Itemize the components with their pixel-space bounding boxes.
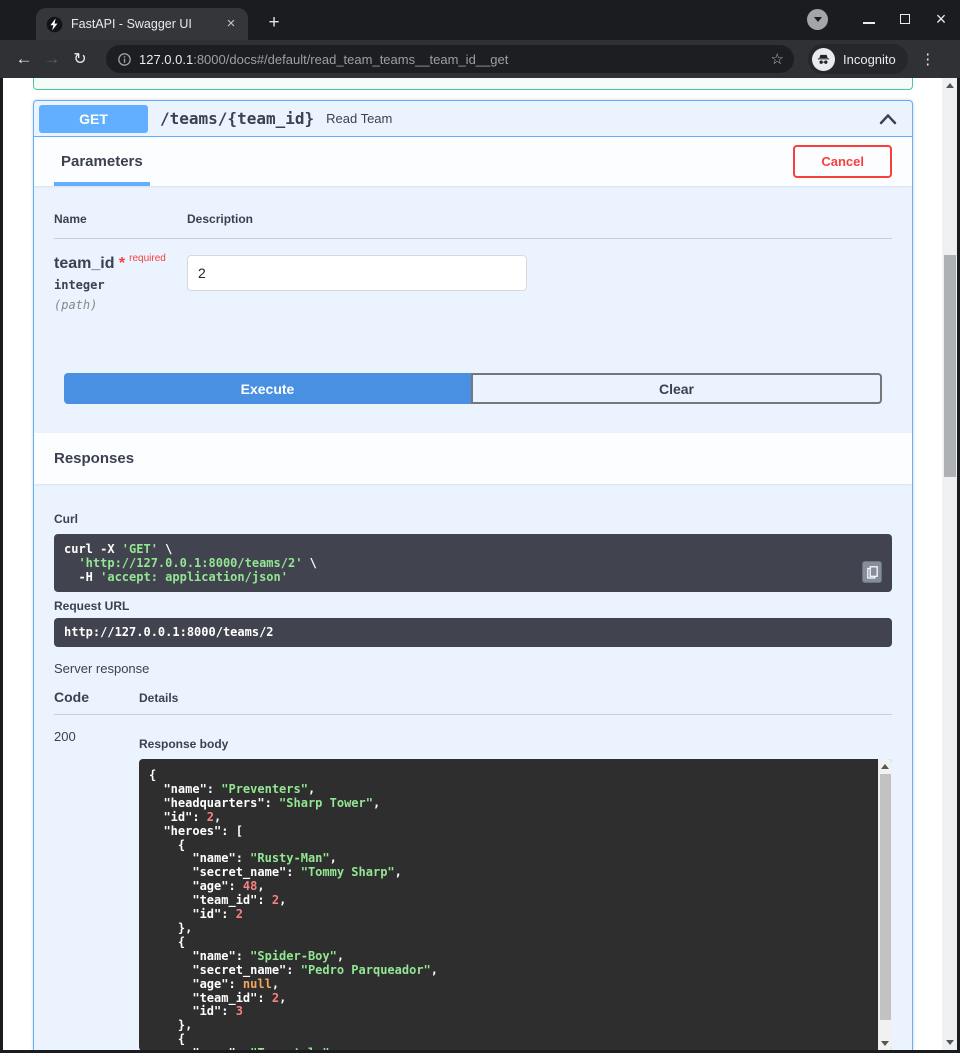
url-text[interactable]: 127.0.0.1:8000/docs#/default/read_team_t… — [139, 52, 771, 67]
bookmark-star-icon[interactable]: ☆ — [771, 50, 784, 68]
page-scroll-up-icon[interactable] — [946, 83, 954, 88]
endpoint-path: /teams/{team_id} — [160, 109, 314, 128]
response-scrollbar-thumb[interactable] — [880, 774, 891, 1020]
response-scrollbar[interactable] — [878, 759, 892, 1050]
close-button[interactable]: × — [930, 8, 952, 30]
parameters-table-head: Name Description — [54, 212, 892, 239]
curl-label: Curl — [54, 512, 892, 526]
response-row: 200 Response body { "name": "Preventers"… — [54, 715, 892, 1050]
team-id-input[interactable] — [187, 255, 527, 291]
incognito-label: Incognito — [843, 52, 896, 67]
window-controls: × — [807, 8, 952, 30]
response-details-cell: Response body { "name": "Preventers", "h… — [139, 727, 892, 1050]
back-icon[interactable]: ← — [10, 49, 38, 69]
maximize-button[interactable] — [894, 8, 916, 30]
forward-icon: → — [38, 49, 66, 69]
details-column-header: Details — [139, 691, 178, 705]
method-badge: GET — [39, 105, 148, 133]
request-url-value: http://127.0.0.1:8000/teams/2 — [54, 618, 892, 647]
execute-wrapper: Execute Clear — [64, 373, 882, 404]
status-code: 200 — [54, 727, 139, 1050]
parameters-label: Parameters — [61, 153, 143, 170]
required-label: required — [129, 253, 166, 264]
request-url-label: Request URL — [54, 599, 892, 613]
tab-bar: FastAPI - Swagger UI × + × — [0, 0, 960, 40]
address-bar[interactable]: 127.0.0.1:8000/docs#/default/read_team_t… — [106, 45, 794, 73]
page-frame: GET /teams/{team_id} Read Team Parameter… — [0, 78, 960, 1053]
minimize-button[interactable] — [858, 8, 880, 30]
browser-window: FastAPI - Swagger UI × + × ← → ↻ 127.0.0… — [0, 0, 960, 1053]
new-tab-button[interactable]: + — [262, 12, 286, 36]
param-name: team_id *required — [54, 255, 187, 273]
name-column-header: Name — [54, 212, 187, 226]
param-name-cell: team_id *required integer (path) — [54, 255, 187, 312]
collapse-chevron-icon[interactable] — [879, 113, 897, 125]
reload-icon[interactable]: ↻ — [66, 49, 94, 69]
response-body-block: { "name": "Preventers", "headquarters": … — [139, 759, 892, 1050]
response-body-label: Response body — [139, 737, 892, 751]
description-column-header: Description — [187, 212, 253, 226]
get-opblock: GET /teams/{team_id} Read Team Parameter… — [33, 100, 913, 1050]
url-host: 127.0.0.1 — [139, 52, 193, 67]
curl-command[interactable]: curl -X 'GET' \ 'http://127.0.0.1:8000/t… — [54, 534, 892, 592]
curl-code: curl -X 'GET' \ 'http://127.0.0.1:8000/t… — [64, 542, 317, 584]
scroll-down-icon[interactable] — [881, 1041, 889, 1046]
browser-tab[interactable]: FastAPI - Swagger UI × — [36, 8, 248, 40]
endpoint-summary: Read Team — [326, 111, 879, 126]
execute-button[interactable]: Execute — [64, 373, 471, 404]
page-scroll-down-icon[interactable] — [946, 1040, 954, 1045]
parameters-header: Parameters Cancel — [34, 137, 912, 186]
post-opblock-bottom — [33, 78, 913, 90]
page-scrollbar-thumb[interactable] — [944, 255, 956, 477]
code-column-header: Code — [54, 689, 139, 705]
incognito-badge: Incognito — [808, 44, 908, 74]
server-response-label: Server response — [54, 661, 892, 676]
incognito-icon — [812, 48, 835, 71]
parameters-table: Name Description team_id *required integ… — [34, 186, 912, 373]
tab-close-icon[interactable]: × — [222, 15, 240, 33]
fastapi-favicon-icon — [46, 16, 63, 33]
scroll-up-icon[interactable] — [881, 764, 889, 769]
page-scrollbar[interactable] — [942, 78, 957, 1050]
table-row: team_id *required integer (path) — [54, 239, 892, 312]
param-location: (path) — [54, 298, 187, 312]
responses-header: Responses — [34, 433, 912, 484]
response-body-json[interactable]: { "name": "Preventers", "headquarters": … — [139, 759, 892, 1050]
responses-title: Responses — [54, 450, 134, 467]
required-asterisk: * — [119, 255, 125, 272]
opblock-summary[interactable]: GET /teams/{team_id} Read Team — [34, 101, 912, 137]
param-type: integer — [54, 278, 187, 292]
response-table-head: Code Details — [54, 689, 892, 715]
tab-parameters[interactable]: Parameters — [54, 137, 150, 186]
responses-inner: Curl curl -X 'GET' \ 'http://127.0.0.1:8… — [34, 484, 912, 1050]
navigation-bar: ← → ↻ 127.0.0.1:8000/docs#/default/read_… — [0, 40, 960, 78]
swagger-page: GET /teams/{team_id} Read Team Parameter… — [3, 78, 957, 1050]
cancel-button[interactable]: Cancel — [793, 145, 892, 178]
tab-search-icon[interactable] — [807, 9, 828, 30]
url-path: :8000/docs#/default/read_team_teams__tea… — [193, 52, 508, 67]
copy-to-clipboard-button[interactable] — [862, 561, 882, 583]
param-value-cell — [187, 255, 527, 312]
tab-title: FastAPI - Swagger UI — [71, 17, 222, 31]
clear-button[interactable]: Clear — [471, 373, 882, 404]
browser-menu-icon[interactable]: ⋮ — [918, 50, 938, 68]
site-info-icon[interactable] — [118, 53, 131, 66]
